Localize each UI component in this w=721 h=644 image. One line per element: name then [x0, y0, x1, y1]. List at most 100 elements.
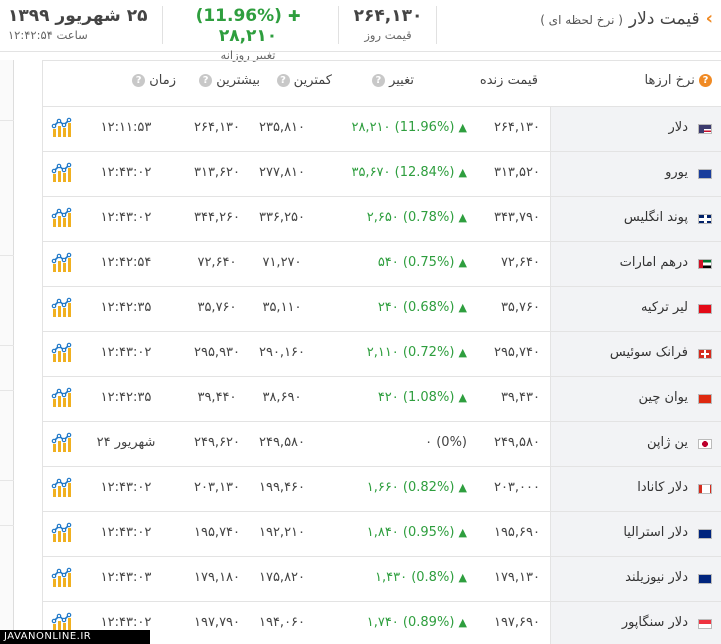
chart-icon[interactable]	[51, 252, 73, 274]
eu-flag-icon	[698, 169, 712, 179]
up-arrow-icon: ▲	[458, 526, 467, 539]
australia-flag-icon	[698, 529, 712, 539]
currency-name-cell[interactable]: فرانک سوئیس	[550, 332, 721, 376]
currency-name-cell[interactable]: درهم امارات	[550, 242, 721, 286]
change-value: (0.95%) ۱,۸۴۰	[366, 525, 455, 540]
currency-name-cell[interactable]: یورو	[550, 152, 721, 196]
turkey-flag-icon	[698, 304, 712, 314]
divider	[0, 390, 14, 391]
page-header: › قیمت دلار ( نرخ لحظه ای ) ۲۶۴,۱۳۰ قیمت…	[0, 0, 721, 62]
update-time: ۱۲:۴۲:۳۵	[100, 300, 152, 315]
change-value: (0%) ۰	[425, 435, 467, 450]
max-price: ۱۷۹,۱۸۰	[193, 570, 241, 585]
min-price: ۳۵,۱۱۰	[262, 300, 302, 315]
title-block: › قیمت دلار ( نرخ لحظه ای )	[540, 8, 713, 29]
max-price: ۳۵,۷۶۰	[197, 300, 237, 315]
currency-name-cell[interactable]: دلار کانادا	[550, 467, 721, 511]
help-icon[interactable]: ?	[371, 74, 385, 87]
chart-icon[interactable]	[51, 117, 73, 139]
change-cell: ▲ (0.89%) ۱,۷۴۰	[307, 615, 467, 630]
currency-name: دلار	[668, 120, 688, 135]
change-value: (0.8%) ۱,۴۳۰	[375, 570, 455, 585]
min-price: ۱۹۲,۲۱۰	[258, 525, 306, 540]
currency-name-cell[interactable]: دلار	[550, 107, 721, 151]
min-price: ۲۹۰,۱۶۰	[258, 345, 306, 360]
help-icon[interactable]: ?	[199, 74, 213, 87]
change-cell: ▲ (0.78%) ۲,۶۵۰	[307, 210, 467, 225]
max-price: ۲۶۴,۱۳۰	[193, 120, 241, 135]
chart-icon[interactable]	[51, 567, 73, 589]
currency-name-cell[interactable]: یوان چین	[550, 377, 721, 421]
japan-flag-icon	[698, 439, 712, 449]
currency-name: دلار استرالیا	[623, 525, 688, 540]
min-price: ۳۸,۶۹۰	[262, 390, 302, 405]
divider	[0, 120, 14, 121]
date-stat: ۲۵ شهریور ۱۳۹۹ ساعت ۱۲:۴۲:۵۴	[0, 6, 160, 42]
table-row[interactable]: درهم امارات ۷۲,۶۴۰ ▲ (0.75%) ۵۴۰ ۷۱,۲۷۰ ۷۲,۶…	[43, 242, 721, 287]
table-row[interactable]: یورو ۳۱۳,۵۲۰ ▲ (12.84%) ۳۵,۶۷۰ ۲۷۷,۸۱۰ ۳۱۳,۶…	[43, 152, 721, 197]
watermark: JAVANONLINE.IR	[0, 630, 150, 644]
table-row[interactable]: پوند انگلیس ۳۴۳,۷۹۰ ▲ (0.78%) ۲,۶۵۰ ۳۳۶,۲۵۰…	[43, 197, 721, 242]
currency-name-cell[interactable]: دلار استرالیا	[550, 512, 721, 556]
change-value-text: (11.96%) ۲۸,۲۱۰	[195, 6, 282, 46]
currency-name-cell[interactable]: دلار نیوزیلند	[550, 557, 721, 601]
chart-icon[interactable]	[51, 432, 73, 454]
singapore-flag-icon	[698, 619, 712, 629]
min-price: ۱۹۹,۴۶۰	[258, 480, 306, 495]
chart-icon[interactable]	[51, 207, 73, 229]
table-row[interactable]: فرانک سوئیس ۲۹۵,۷۴۰ ▲ (0.72%) ۲,۱۱۰ ۲۹۰,۱۶۰…	[43, 332, 721, 377]
currency-name: ین ژاپن	[646, 435, 688, 450]
currency-name-cell[interactable]: ین ژاپن	[550, 422, 721, 466]
left-column	[0, 60, 14, 644]
table-row[interactable]: دلار استرالیا ۱۹۵,۶۹۰ ▲ (0.95%) ۱,۸۴۰ ۱۹۲,۲…	[43, 512, 721, 557]
chart-icon[interactable]	[51, 342, 73, 364]
currency-name-cell[interactable]: پوند انگلیس	[550, 197, 721, 241]
currency-name: دلار سنگاپور	[621, 615, 688, 630]
page-title: قیمت دلار	[628, 9, 700, 29]
table-row[interactable]: لیر ترکیه ۳۵,۷۶۰ ▲ (0.68%) ۲۴۰ ۳۵,۱۱۰ ۳۵,۷۶۰…	[43, 287, 721, 332]
divider	[0, 525, 14, 526]
chart-icon[interactable]	[51, 162, 73, 184]
chart-icon[interactable]	[51, 522, 73, 544]
chart-icon[interactable]	[51, 297, 73, 319]
up-arrow-icon: ▲	[458, 346, 467, 359]
divider	[0, 480, 14, 481]
up-arrow-icon: ▲	[458, 616, 467, 629]
change-cell: ▲ (0.8%) ۱,۴۳۰	[307, 570, 467, 585]
update-time: ۱۲:۴۳:۰۲	[100, 525, 152, 540]
change-cell: ▲ (0.68%) ۲۴۰	[307, 300, 467, 315]
date-value: ۲۵ شهریور ۱۳۹۹	[8, 6, 148, 26]
header-currency: ? نرخ ارزها	[645, 73, 712, 88]
header-currency-label: نرخ ارزها	[644, 73, 695, 88]
header-change-label: تغییر	[389, 73, 414, 88]
table-row[interactable]: ین ژاپن ۲۴۹,۵۸۰ (0%) ۰ ۲۴۹,۵۸۰ ۲۴۹,۶۲۰ ۲۴ شهر…	[43, 422, 721, 467]
min-price: ۲۴۹,۵۸۰	[258, 435, 306, 450]
change-cell: (0%) ۰	[307, 435, 467, 450]
help-icon[interactable]: ?	[132, 74, 146, 87]
change-value: (11.96%) ۲۸,۲۱۰	[351, 120, 455, 135]
table-row[interactable]: دلار نیوزیلند ۱۷۹,۱۳۰ ▲ (0.8%) ۱,۴۳۰ ۱۷۵,۸۲…	[43, 557, 721, 602]
max-price: ۳۴۴,۲۶۰	[193, 210, 241, 225]
currency-name: دلار کانادا	[637, 480, 688, 495]
update-time: ۲۴ شهریور	[96, 435, 156, 450]
up-arrow-icon: ▲	[458, 481, 467, 494]
change-value: ✚ (11.96%) ۲۸,۲۱۰	[168, 6, 328, 46]
table-row[interactable]: یوان چین ۳۹,۴۳۰ ▲ (1.08%) ۴۲۰ ۳۸,۶۹۰ ۳۹,۴۴۰ ۱…	[43, 377, 721, 422]
help-icon[interactable]: ?	[276, 74, 290, 87]
min-price: ۲۷۷,۸۱۰	[258, 165, 306, 180]
currency-name-cell[interactable]: لیر ترکیه	[550, 287, 721, 331]
chart-icon[interactable]	[51, 387, 73, 409]
change-value: (0.72%) ۲,۱۱۰	[366, 345, 455, 360]
currency-name: یورو	[665, 165, 688, 180]
currency-name-cell[interactable]: دلار سنگاپور	[550, 602, 721, 644]
change-stat: ✚ (11.96%) ۲۸,۲۱۰ تغییر روزانه	[168, 6, 328, 62]
table-row[interactable]: دلار کانادا ۲۰۳,۰۰۰ ▲ (0.82%) ۱,۶۶۰ ۱۹۹,۴۶۰…	[43, 467, 721, 512]
up-arrow-icon: ▲	[458, 391, 467, 404]
chevron-right-icon[interactable]: ›	[706, 8, 713, 29]
table-row[interactable]: دلار ۲۶۴,۱۳۰ ▲ (11.96%) ۲۸,۲۱۰ ۲۳۵,۸۱۰ ۲۶۴,۱…	[43, 107, 721, 152]
help-icon[interactable]: ?	[699, 74, 712, 87]
up-arrow-icon: ▲	[458, 256, 467, 269]
chart-icon[interactable]	[51, 477, 73, 499]
swiss-flag-icon	[698, 349, 712, 359]
header-min: کمترین ?	[276, 73, 332, 88]
